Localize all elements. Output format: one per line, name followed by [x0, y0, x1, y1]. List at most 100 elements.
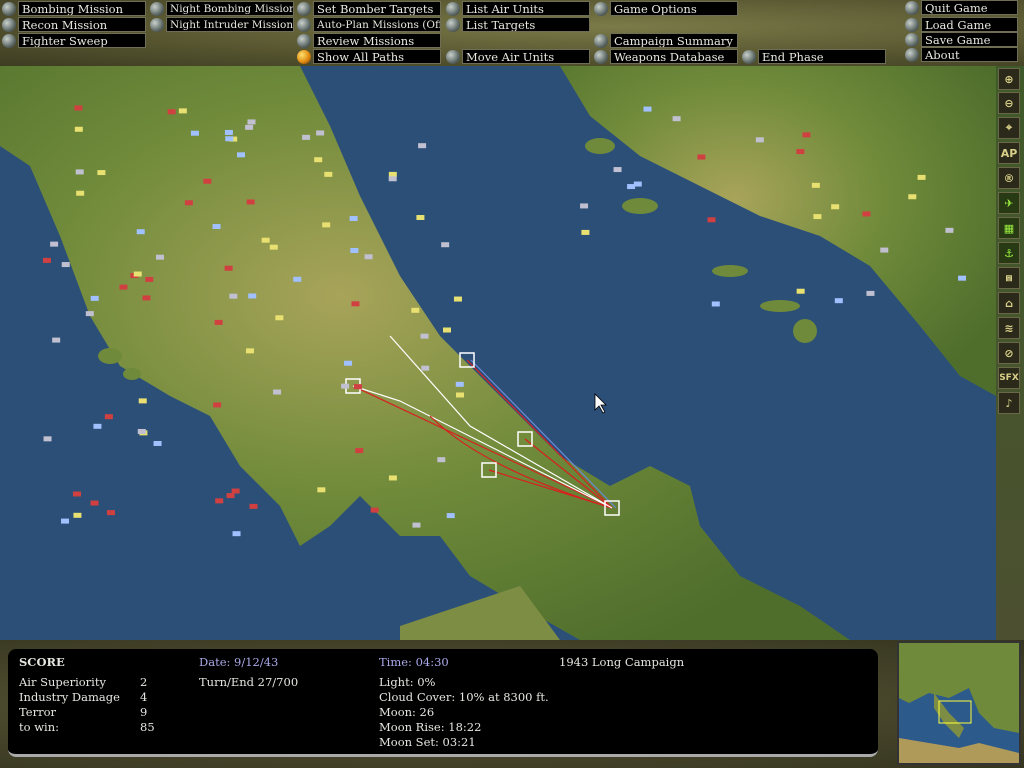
radar-target-icon[interactable]: ® — [998, 167, 1020, 189]
unit-marker-icon[interactable] — [580, 203, 589, 209]
night-bombing-mission-button[interactable]: Night Bombing Mission — [150, 1, 294, 16]
unit-marker-icon[interactable] — [248, 293, 257, 299]
unit-marker-icon[interactable] — [388, 176, 397, 182]
unit-marker-icon[interactable] — [446, 513, 455, 519]
unit-marker-icon[interactable] — [136, 229, 145, 235]
unit-marker-icon[interactable] — [418, 143, 427, 149]
unit-marker-icon[interactable] — [388, 171, 397, 177]
list-targets-button[interactable]: List Targets — [446, 17, 590, 32]
unit-marker-icon[interactable] — [247, 119, 256, 125]
unit-marker-icon[interactable] — [213, 402, 222, 408]
unit-marker-icon[interactable] — [203, 178, 212, 184]
unit-marker-icon[interactable] — [184, 200, 193, 206]
unit-marker-icon[interactable] — [355, 448, 364, 454]
unit-marker-icon[interactable] — [212, 223, 221, 229]
unit-marker-icon[interactable] — [293, 276, 302, 282]
factory-filter-icon[interactable]: ▦ — [998, 217, 1020, 239]
unit-marker-icon[interactable] — [813, 214, 822, 220]
set-bomber-targets-button[interactable]: Set Bomber Targets — [297, 1, 441, 16]
unit-marker-icon[interactable] — [453, 296, 462, 302]
unit-marker-icon[interactable] — [90, 295, 99, 301]
unit-marker-icon[interactable] — [917, 174, 926, 180]
unit-marker-icon[interactable] — [73, 512, 82, 518]
unit-marker-icon[interactable] — [707, 217, 716, 223]
unit-marker-icon[interactable] — [314, 157, 323, 163]
unit-marker-icon[interactable] — [316, 130, 325, 136]
unit-marker-icon[interactable] — [231, 488, 240, 494]
unit-marker-icon[interactable] — [245, 348, 254, 354]
unit-marker-icon[interactable] — [106, 510, 115, 516]
about-button[interactable]: About — [905, 47, 1018, 62]
unit-marker-icon[interactable] — [246, 199, 255, 205]
unit-marker-icon[interactable] — [155, 254, 164, 260]
bombing-mission-button[interactable]: Bombing Mission — [2, 1, 146, 16]
unit-marker-icon[interactable] — [958, 275, 967, 281]
list-air-units-button[interactable]: List Air Units — [446, 1, 590, 16]
zoom-in-icon[interactable]: ⊕ — [998, 68, 1020, 90]
unit-marker-icon[interactable] — [133, 271, 142, 277]
unit-marker-icon[interactable] — [420, 333, 429, 339]
unit-marker-icon[interactable] — [455, 381, 464, 387]
unit-marker-icon[interactable] — [142, 295, 151, 301]
unit-marker-icon[interactable] — [643, 106, 652, 112]
unit-marker-icon[interactable] — [224, 265, 233, 271]
unit-marker-icon[interactable] — [72, 491, 81, 497]
objective-target-icon[interactable]: ⊘ — [998, 342, 1020, 364]
unit-marker-icon[interactable] — [43, 436, 52, 442]
recon-mission-button[interactable]: Recon Mission — [2, 17, 146, 32]
unit-marker-icon[interactable] — [74, 105, 83, 111]
unit-marker-icon[interactable] — [437, 457, 446, 463]
unit-marker-icon[interactable] — [416, 215, 425, 221]
airplane-filter-icon[interactable]: ✈ — [998, 192, 1020, 214]
unit-marker-icon[interactable] — [412, 522, 421, 528]
weapons-database-button[interactable]: Weapons Database — [594, 49, 738, 64]
unit-marker-icon[interactable] — [190, 130, 199, 136]
unit-marker-icon[interactable] — [42, 257, 51, 263]
unit-marker-icon[interactable] — [322, 222, 331, 228]
unit-marker-icon[interactable] — [351, 301, 360, 307]
unit-marker-icon[interactable] — [862, 211, 871, 217]
ships-filter-icon[interactable]: ≋ — [998, 317, 1020, 339]
unit-marker-icon[interactable] — [153, 440, 162, 446]
unit-marker-icon[interactable] — [50, 241, 59, 247]
unit-marker-icon[interactable] — [421, 365, 430, 371]
move-air-units-button[interactable]: Move Air Units — [446, 49, 590, 64]
show-all-paths-button[interactable]: Show All Paths — [297, 49, 441, 64]
unit-marker-icon[interactable] — [75, 169, 84, 175]
unit-marker-icon[interactable] — [229, 293, 238, 299]
unit-marker-icon[interactable] — [167, 109, 176, 115]
building-filter-icon[interactable]: ⌂ — [998, 292, 1020, 314]
unit-marker-icon[interactable] — [581, 229, 590, 235]
unit-marker-icon[interactable] — [711, 301, 720, 307]
unit-marker-icon[interactable] — [364, 254, 373, 260]
unit-marker-icon[interactable] — [388, 475, 397, 481]
unit-marker-icon[interactable] — [697, 154, 706, 160]
campaign-summary-button[interactable]: Campaign Summary — [594, 33, 738, 48]
unit-marker-icon[interactable] — [370, 507, 379, 513]
unit-marker-icon[interactable] — [275, 315, 284, 321]
unit-marker-icon[interactable] — [61, 262, 70, 268]
unit-marker-icon[interactable] — [237, 152, 246, 158]
unit-marker-icon[interactable] — [613, 167, 622, 173]
unit-marker-icon[interactable] — [945, 227, 954, 233]
unit-marker-icon[interactable] — [811, 182, 820, 188]
bridge-filter-icon[interactable]: ⩎ — [998, 267, 1020, 289]
unit-marker-icon[interactable] — [214, 319, 223, 325]
unit-marker-icon[interactable] — [353, 384, 362, 390]
unit-marker-icon[interactable] — [245, 124, 254, 130]
unit-marker-icon[interactable] — [908, 194, 917, 200]
unit-marker-icon[interactable] — [442, 327, 451, 333]
load-game-button[interactable]: Load Game — [905, 17, 1018, 32]
unit-marker-icon[interactable] — [441, 242, 450, 248]
unit-marker-icon[interactable] — [456, 392, 465, 398]
unit-marker-icon[interactable] — [138, 398, 147, 404]
unit-marker-icon[interactable] — [249, 503, 258, 509]
unit-marker-icon[interactable] — [796, 149, 805, 155]
unit-marker-icon[interactable] — [344, 360, 353, 366]
unit-marker-icon[interactable] — [341, 383, 350, 389]
unit-marker-icon[interactable] — [52, 337, 61, 343]
unit-marker-icon[interactable] — [93, 423, 102, 429]
game-options-button[interactable]: Game Options — [594, 1, 738, 16]
unit-marker-icon[interactable] — [224, 129, 233, 135]
unit-marker-icon[interactable] — [145, 276, 154, 282]
